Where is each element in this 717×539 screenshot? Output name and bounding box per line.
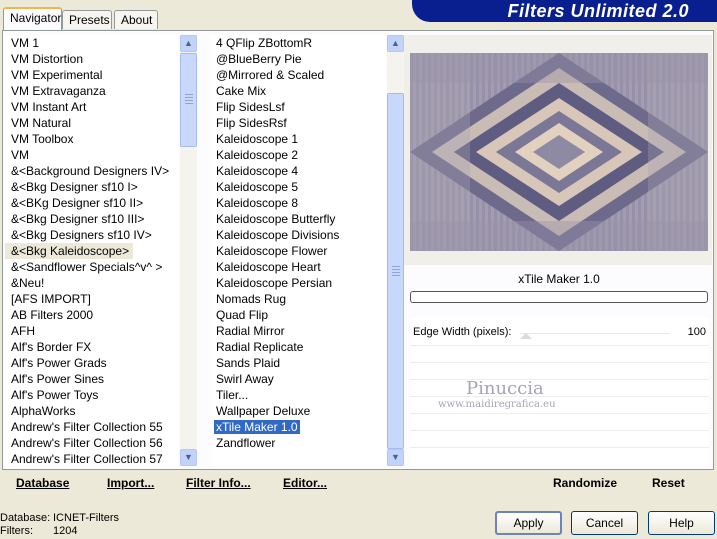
apply-button[interactable]: Apply xyxy=(495,511,562,535)
filter-item[interactable]: Quad Flip xyxy=(210,307,386,323)
randomize-link[interactable]: Randomize xyxy=(553,476,617,490)
category-scrollbar[interactable]: ▲ ▼ xyxy=(180,35,197,466)
category-item[interactable]: Alf's Power Toys xyxy=(5,387,179,403)
tab-about[interactable]: About xyxy=(114,10,158,29)
database-link[interactable]: Database xyxy=(16,476,69,490)
filter-item[interactable]: Cake Mix xyxy=(210,83,386,99)
category-item[interactable]: Andrew's Filter Collection 55 xyxy=(5,419,179,435)
filter-item[interactable]: Flip SidesLsf xyxy=(210,99,386,115)
status-filters-label: Filters: xyxy=(0,525,33,537)
category-item[interactable]: VM Toolbox xyxy=(5,131,179,147)
status-database-label: Database: xyxy=(0,512,51,524)
filter-item[interactable]: Kaleidoscope 5 xyxy=(210,179,386,195)
status-database-value: ICNET-Filters xyxy=(53,512,119,524)
filter-item[interactable]: Zandflower xyxy=(210,435,386,451)
category-item[interactable]: VM Extravaganza xyxy=(5,83,179,99)
filter-scrollbar[interactable]: ▲ ▼ xyxy=(387,35,404,466)
editor-link[interactable]: Editor... xyxy=(283,476,327,490)
filter-item[interactable]: Kaleidoscope Flower xyxy=(210,243,386,259)
category-item[interactable]: VM Natural xyxy=(5,115,179,131)
cancel-button[interactable]: Cancel xyxy=(571,511,638,535)
category-item[interactable]: &<Bkg Kaleidoscope> xyxy=(5,243,134,259)
category-item[interactable]: [AFS IMPORT] xyxy=(5,291,179,307)
category-item[interactable]: VM xyxy=(5,147,179,163)
scroll-down-icon[interactable]: ▼ xyxy=(180,449,197,466)
filter-item[interactable]: Kaleidoscope Heart xyxy=(210,259,386,275)
filter-item[interactable]: Kaleidoscope 1 xyxy=(210,131,386,147)
app-title: Filters Unlimited 2.0 xyxy=(507,1,689,21)
category-item[interactable]: VM Experimental xyxy=(5,67,179,83)
preview-filter-name: xTile Maker 1.0 xyxy=(518,272,600,286)
filter-item[interactable]: Swirl Away xyxy=(210,371,386,387)
filter-item[interactable]: @Mirrored & Scaled xyxy=(210,67,386,83)
filter-item[interactable]: Kaleidoscope Persian xyxy=(210,275,386,291)
filter-item[interactable]: Kaleidoscope 2 xyxy=(210,147,386,163)
param-label-edge-width: Edge Width (pixels): xyxy=(413,326,512,338)
import-link[interactable]: Import... xyxy=(107,476,154,490)
filter-list[interactable]: 4 QFlip ZBottomR @BlueBerry Pie @Mirrored … xyxy=(210,35,386,466)
category-item[interactable]: AB Filters 2000 xyxy=(5,307,179,323)
reset-link[interactable]: Reset xyxy=(652,476,685,490)
filter-item[interactable]: Kaleidoscope 8 xyxy=(210,195,386,211)
scroll-up-icon[interactable]: ▲ xyxy=(180,35,197,52)
filter-item[interactable]: @BlueBerry Pie xyxy=(210,51,386,67)
filter-item[interactable]: Wallpaper Deluxe xyxy=(210,403,386,419)
scroll-thumb[interactable] xyxy=(180,53,197,147)
param-value-edge-width: 100 xyxy=(687,326,706,338)
category-item[interactable]: VM Distortion xyxy=(5,51,179,67)
scroll-down-icon[interactable]: ▼ xyxy=(387,449,404,466)
category-item[interactable]: Andrew's Filter Collection 56 xyxy=(5,435,179,451)
filter-item-label: xTile Maker 1.0 xyxy=(214,420,300,434)
watermark-name: Pinuccia xyxy=(466,378,544,399)
category-item[interactable]: AlphaWorks xyxy=(5,403,179,419)
category-item[interactable]: Alf's Power Sines xyxy=(5,371,179,387)
category-item[interactable]: &<Bkg Designers sf10 IV> xyxy=(5,227,179,243)
help-button[interactable]: Help xyxy=(648,511,715,535)
tab-navigator[interactable]: Navigator xyxy=(3,7,62,30)
scroll-thumb[interactable] xyxy=(387,93,404,449)
filter-item[interactable]: Kaleidoscope 4 xyxy=(210,163,386,179)
category-item[interactable]: &Neu! xyxy=(5,275,179,291)
status-filters-value: 1204 xyxy=(53,525,78,537)
category-list[interactable]: VM 1 VM Distortion VM Experimental VM Extra… xyxy=(5,35,179,466)
category-item[interactable]: &<Bkg Designer sf10 III> xyxy=(5,211,179,227)
progress-bar xyxy=(410,291,708,303)
filter-info-link[interactable]: Filter Info... xyxy=(186,476,251,490)
category-item[interactable]: VM 1 xyxy=(5,35,179,51)
category-item[interactable]: &<Sandflower Specials^v^ > xyxy=(5,259,179,275)
category-item[interactable]: &<Background Designers IV> xyxy=(5,163,179,179)
filter-item[interactable]: xTile Maker 1.0 xyxy=(210,419,386,435)
filter-item[interactable]: 4 QFlip ZBottomR xyxy=(210,35,386,51)
preview-image xyxy=(410,53,708,251)
filter-item[interactable]: Radial Replicate xyxy=(210,339,386,355)
title-banner: Filters Unlimited 2.0 xyxy=(412,0,717,22)
scroll-up-icon[interactable]: ▲ xyxy=(387,35,404,52)
filter-item[interactable]: Sands Plaid xyxy=(210,355,386,371)
category-item[interactable]: &<BKg Designer sf10 II> xyxy=(5,195,179,211)
category-item[interactable]: &<Bkg Designer sf10 I> xyxy=(5,179,179,195)
filter-item[interactable]: Kaleidoscope Butterfly xyxy=(210,211,386,227)
category-item[interactable]: Alf's Power Grads xyxy=(5,355,179,371)
category-item[interactable]: Andrew's Filter Collection 57 xyxy=(5,451,179,466)
watermark-url: www.maidiregrafica.eu xyxy=(438,399,556,410)
category-item[interactable]: Alf's Border FX xyxy=(5,339,179,355)
filter-item[interactable]: Tiler... xyxy=(210,387,386,403)
filter-item[interactable]: Flip SidesRsf xyxy=(210,115,386,131)
filter-item[interactable]: Radial Mirror xyxy=(210,323,386,339)
category-item[interactable]: AFH xyxy=(5,323,179,339)
category-item[interactable]: VM Instant Art xyxy=(5,99,179,115)
slider-handle[interactable] xyxy=(520,333,532,339)
filter-item[interactable]: Nomads Rug xyxy=(210,291,386,307)
filter-item[interactable]: Kaleidoscope Divisions xyxy=(210,227,386,243)
tab-presets[interactable]: Presets xyxy=(62,10,112,29)
